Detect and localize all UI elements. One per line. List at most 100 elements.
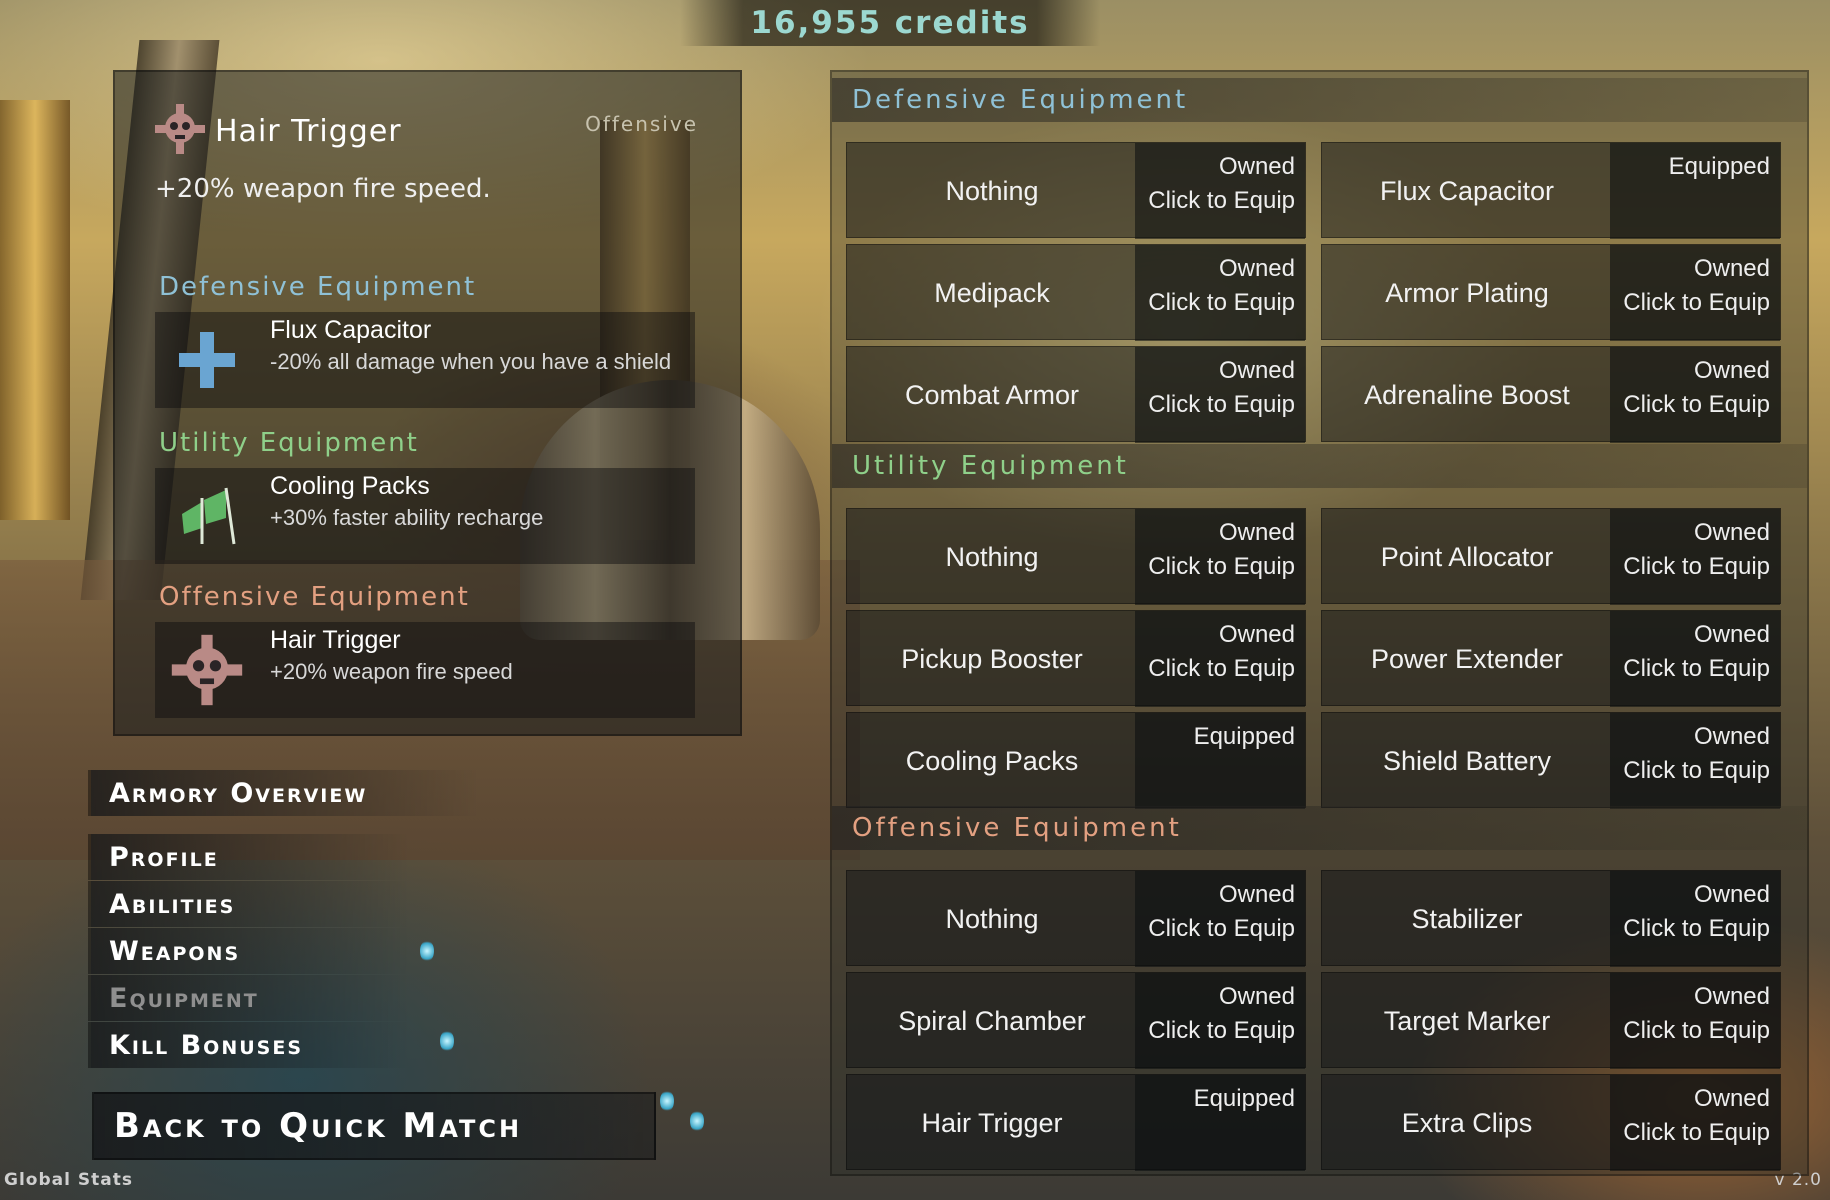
click-to-equip-button[interactable]: Click to Equip <box>1148 187 1295 215</box>
nav-abilities[interactable]: Abilities <box>88 881 409 927</box>
loadout-item-description: +30% faster ability recharge <box>270 505 544 530</box>
equipment-item-card[interactable]: Adrenaline Boost Owned Click to Equip <box>1321 346 1781 443</box>
equipment-item-name: Hair Trigger <box>921 1107 1063 1138</box>
equipment-list-panel: Defensive Equipment Nothing Owned Click to … <box>830 70 1809 1176</box>
credits-bar: 16,955 credits <box>680 0 1100 46</box>
equipment-item-card[interactable]: Medipack Owned Click to Equip <box>846 244 1306 341</box>
equipment-item-name: Armor Plating <box>1385 277 1549 308</box>
equipment-item-card[interactable]: Cooling Packs Equipped <box>846 712 1306 809</box>
back-to-quick-match-button[interactable]: Back to Quick Match <box>92 1092 656 1160</box>
click-to-equip-button[interactable]: Click to Equip <box>1623 757 1770 785</box>
equipment-status: Owned <box>1693 255 1770 282</box>
click-to-equip-button[interactable]: Click to Equip <box>1148 1017 1295 1045</box>
loadout-offensive-slot[interactable]: Hair Trigger +20% weapon fire speed <box>155 622 695 718</box>
equip-status-box: Owned Click to Equip <box>1135 509 1305 605</box>
equipment-item-card[interactable]: Nothing Owned Click to Equip <box>846 870 1306 967</box>
loadout-utility-slot[interactable]: Cooling Packs +30% faster ability rechar… <box>155 468 695 564</box>
equipment-item-name: Shield Battery <box>1382 745 1552 776</box>
equipment-status: Owned <box>1218 881 1295 908</box>
equipment-item-name: Nothing <box>945 175 1039 206</box>
loadout-utility-heading: Utility Equipment <box>159 428 419 458</box>
equipment-status: Owned <box>1218 255 1295 282</box>
loadout-item-name: Flux Capacitor <box>270 316 432 344</box>
item-detail-panel: Hair Trigger Offensive +20% weapon fire … <box>113 70 742 736</box>
equipment-item-card[interactable]: Shield Battery Owned Click to Equip <box>1321 712 1781 809</box>
loadout-item-description: +20% weapon fire speed <box>270 659 513 684</box>
nav-profile[interactable]: Profile <box>88 834 409 880</box>
equipment-item-card[interactable]: Pickup Booster Owned Click to Equip <box>846 610 1306 707</box>
equipment-item-name: Nothing <box>945 541 1039 572</box>
offensive-equipment-heading: Offensive Equipment <box>832 806 1807 850</box>
global-stats-link[interactable]: Global Stats <box>4 1170 133 1190</box>
equipment-status: Owned <box>1218 519 1295 546</box>
equip-status-box: Owned Click to Equip <box>1610 1075 1780 1171</box>
loadout-item-description: -20% all damage when you have a shield <box>270 349 672 374</box>
equipment-status: Owned <box>1218 621 1295 648</box>
equipment-item-card[interactable]: Hair Trigger Equipped <box>846 1074 1306 1171</box>
equipment-item-card[interactable]: Combat Armor Owned Click to Equip <box>846 346 1306 443</box>
equipment-item-card[interactable]: Target Marker Owned Click to Equip <box>1321 972 1781 1069</box>
equipment-item-name: Power Extender <box>1370 643 1564 674</box>
equipment-item-name: Stabilizer <box>1411 903 1523 934</box>
equipment-item-name: Nothing <box>945 903 1039 934</box>
equip-status-box: Owned Click to Equip <box>1610 611 1780 707</box>
click-to-equip-button[interactable]: Click to Equip <box>1623 1119 1770 1147</box>
loadout-item-name: Cooling Packs <box>270 472 430 500</box>
nav-equipment[interactable]: Equipment <box>88 975 409 1021</box>
selected-item-description: +20% weapon fire speed. <box>155 174 491 204</box>
equip-status-box: Owned Click to Equip <box>1135 611 1305 707</box>
equipment-status: Equipped <box>1193 723 1295 750</box>
equipment-item-name: Extra Clips <box>1401 1107 1533 1138</box>
equipment-item-name: Pickup Booster <box>901 643 1083 674</box>
click-to-equip-button[interactable]: Click to Equip <box>1148 391 1295 419</box>
equipment-item-card[interactable]: Spiral Chamber Owned Click to Equip <box>846 972 1306 1069</box>
equipment-item-card[interactable]: Nothing Owned Click to Equip <box>846 142 1306 239</box>
click-to-equip-button[interactable]: Click to Equip <box>1623 391 1770 419</box>
equip-status-box: Equipped <box>1610 143 1780 239</box>
defensive-equipment-heading: Defensive Equipment <box>832 78 1807 122</box>
equip-status-box: Owned Click to Equip <box>1135 143 1305 239</box>
equipment-status: Owned <box>1693 881 1770 908</box>
equip-status-box: Equipped <box>1135 713 1305 809</box>
click-to-equip-button[interactable]: Click to Equip <box>1148 289 1295 317</box>
click-to-equip-button[interactable]: Click to Equip <box>1148 553 1295 581</box>
background-building <box>0 100 70 520</box>
loadout-defensive-heading: Defensive Equipment <box>159 272 477 302</box>
plus-cross-icon <box>167 320 247 400</box>
equipment-item-card[interactable]: Armor Plating Owned Click to Equip <box>1321 244 1781 341</box>
equipment-item-name: Target Marker <box>1383 1005 1551 1036</box>
equipment-item-card[interactable]: Nothing Owned Click to Equip <box>846 508 1306 605</box>
equipment-status: Equipped <box>1193 1085 1295 1112</box>
selected-item-name: Hair Trigger <box>215 113 402 149</box>
equipment-status: Owned <box>1693 357 1770 384</box>
equipment-status: Owned <box>1693 1085 1770 1112</box>
equipment-item-card[interactable]: Stabilizer Owned Click to Equip <box>1321 870 1781 967</box>
click-to-equip-button[interactable]: Click to Equip <box>1623 1017 1770 1045</box>
equip-status-box: Owned Click to Equip <box>1610 973 1780 1069</box>
equip-status-box: Owned Click to Equip <box>1610 245 1780 341</box>
equipment-item-card[interactable]: Flux Capacitor Equipped <box>1321 142 1781 239</box>
equipment-item-card[interactable]: Extra Clips Owned Click to Equip <box>1321 1074 1781 1171</box>
click-to-equip-button[interactable]: Click to Equip <box>1148 655 1295 683</box>
crystal-decoration <box>660 1090 674 1112</box>
equipment-item-card[interactable]: Power Extender Owned Click to Equip <box>1321 610 1781 707</box>
equip-status-box: Owned Click to Equip <box>1135 347 1305 443</box>
click-to-equip-button[interactable]: Click to Equip <box>1148 915 1295 943</box>
utility-equipment-heading: Utility Equipment <box>832 444 1807 488</box>
click-to-equip-button[interactable]: Click to Equip <box>1623 915 1770 943</box>
equip-status-box: Owned Click to Equip <box>1135 245 1305 341</box>
loadout-offensive-heading: Offensive Equipment <box>159 582 470 612</box>
click-to-equip-button[interactable]: Click to Equip <box>1623 553 1770 581</box>
equip-status-box: Owned Click to Equip <box>1610 713 1780 809</box>
nav-kill-bonuses[interactable]: Kill Bonuses <box>88 1022 409 1068</box>
click-to-equip-button[interactable]: Click to Equip <box>1623 655 1770 683</box>
equipment-item-card[interactable]: Point Allocator Owned Click to Equip <box>1321 508 1781 605</box>
equip-status-box: Owned Click to Equip <box>1610 509 1780 605</box>
nav-weapons[interactable]: Weapons <box>88 928 409 974</box>
loadout-defensive-slot[interactable]: Flux Capacitor -20% all damage when you … <box>155 312 695 408</box>
nav-armory-overview[interactable]: Armory Overview <box>88 770 479 816</box>
click-to-equip-button[interactable]: Click to Equip <box>1623 289 1770 317</box>
equipment-status: Owned <box>1218 983 1295 1010</box>
equipment-status: Equipped <box>1668 153 1770 180</box>
crystal-decoration <box>440 1030 454 1052</box>
